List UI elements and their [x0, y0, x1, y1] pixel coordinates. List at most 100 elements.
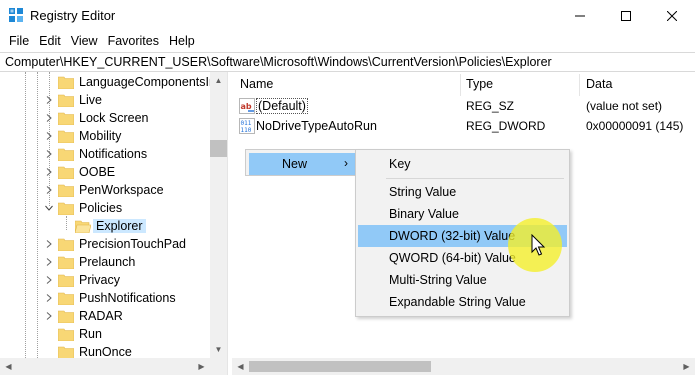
values-horizontal-scrollbar[interactable]: ◀ ▶	[232, 358, 695, 375]
svg-text:ab: ab	[241, 102, 252, 111]
menu-bar: File Edit View Favorites Help	[0, 31, 695, 51]
tree-item[interactable]: PrecisionTouchPad	[0, 236, 210, 254]
tree-item-label: PushNotifications	[79, 291, 176, 305]
chevron-right-icon[interactable]	[44, 311, 54, 321]
menu-edit[interactable]: Edit	[34, 31, 66, 51]
address-bar[interactable]: Computer\HKEY_CURRENT_USER\Software\Micr…	[0, 52, 695, 72]
value-row[interactable]: ab (Default) REG_SZ (value not set)	[232, 96, 695, 116]
mouse-pointer-icon	[531, 234, 546, 256]
menu-file[interactable]: File	[4, 31, 34, 51]
scroll-down-arrow[interactable]: ▼	[210, 341, 227, 358]
folder-icon	[58, 310, 74, 323]
chevron-right-icon[interactable]	[44, 257, 54, 267]
tree-item-label: Notifications	[79, 147, 148, 161]
column-header-name[interactable]: Name	[240, 77, 273, 91]
folder-icon	[58, 202, 74, 215]
menu-separator	[386, 178, 564, 179]
menu-favorites[interactable]: Favorites	[103, 31, 164, 51]
tree-item[interactable]: PenWorkspace	[0, 182, 210, 200]
value-name: (Default)	[256, 98, 308, 114]
value-row[interactable]: 011 110 NoDriveTypeAutoRun REG_DWORD 0x0…	[232, 116, 695, 136]
tree-item-label: Privacy	[79, 273, 120, 287]
column-divider[interactable]	[460, 74, 461, 96]
tree-item[interactable]: Run	[0, 326, 210, 344]
menu-item-expandable-string-value[interactable]: Expandable String Value	[358, 291, 567, 313]
menu-view[interactable]: View	[66, 31, 103, 51]
folder-icon	[58, 94, 74, 107]
title-bar: Registry Editor	[0, 0, 695, 31]
folder-icon	[58, 130, 74, 143]
chevron-down-icon[interactable]	[44, 203, 54, 213]
chevron-right-icon[interactable]	[44, 149, 54, 159]
scroll-up-arrow[interactable]: ▲	[210, 72, 227, 89]
tree-item[interactable]: Policies	[0, 200, 210, 218]
window-title: Registry Editor	[30, 8, 116, 23]
chevron-right-icon[interactable]	[44, 275, 54, 285]
scroll-right-arrow[interactable]: ▶	[678, 358, 695, 375]
binary-value-icon: 011 110	[239, 118, 255, 134]
tree-item[interactable]: Mobility	[0, 128, 210, 146]
chevron-right-icon[interactable]	[44, 113, 54, 123]
folder-icon	[58, 184, 74, 197]
menu-item-label: QWORD (64-bit) Value	[389, 251, 516, 265]
maximize-button[interactable]	[603, 0, 649, 31]
tree-item[interactable]: Privacy	[0, 272, 210, 290]
column-header-type[interactable]: Type	[466, 77, 493, 91]
chevron-right-icon[interactable]	[44, 95, 54, 105]
close-icon	[667, 10, 677, 21]
tree-item[interactable]: RADAR	[0, 308, 210, 326]
address-path[interactable]: Computer\HKEY_CURRENT_USER\Software\Micr…	[5, 55, 552, 69]
menu-item-label: New	[282, 157, 308, 171]
maximize-icon	[621, 10, 631, 21]
value-name: NoDriveTypeAutoRun	[256, 119, 377, 133]
tree-horizontal-scrollbar[interactable]: ◀ ▶	[0, 358, 227, 375]
value-type: REG_DWORD	[466, 119, 546, 133]
tree-item[interactable]: Live	[0, 92, 210, 110]
chevron-right-icon[interactable]	[44, 239, 54, 249]
scroll-thumb[interactable]	[249, 361, 431, 372]
tree-item[interactable]: LanguageComponentsIn	[0, 74, 216, 92]
open-folder-icon	[75, 220, 91, 233]
column-header-data[interactable]: Data	[586, 77, 612, 91]
column-divider[interactable]	[579, 74, 580, 96]
menu-item-string-value[interactable]: String Value	[358, 181, 567, 203]
menu-help[interactable]: Help	[164, 31, 200, 51]
folder-icon	[58, 274, 74, 287]
svg-text:110: 110	[241, 127, 252, 134]
scroll-right-arrow[interactable]: ▶	[193, 358, 210, 375]
menu-item-label: Key	[389, 157, 411, 171]
tree-vertical-scrollbar[interactable]: ▲ ▼	[210, 72, 227, 358]
tree-item-label: Prelaunch	[79, 255, 136, 269]
menu-item-new[interactable]: New ›	[249, 153, 356, 175]
menu-item-multi-string-value[interactable]: Multi-String Value	[358, 269, 567, 291]
minimize-icon	[575, 15, 585, 16]
context-menu: New ›	[245, 149, 358, 176]
scroll-left-arrow[interactable]: ◀	[0, 358, 17, 375]
menu-item-key[interactable]: Key	[358, 153, 567, 175]
folder-icon	[58, 346, 74, 359]
minimize-button[interactable]	[557, 0, 603, 31]
value-data: (value not set)	[586, 99, 663, 113]
folder-icon	[58, 76, 74, 89]
close-button[interactable]	[649, 0, 695, 31]
folder-icon	[58, 292, 74, 305]
tree-item[interactable]: Prelaunch	[0, 254, 210, 272]
tree-item[interactable]: PushNotifications	[0, 290, 210, 308]
menu-item-label: String Value	[389, 185, 457, 199]
chevron-right-icon[interactable]	[44, 185, 54, 195]
chevron-right-icon[interactable]	[44, 131, 54, 141]
tree-item[interactable]: OOBE	[0, 164, 210, 182]
chevron-right-icon[interactable]	[44, 293, 54, 303]
tree-item[interactable]: Notifications	[0, 146, 210, 164]
scroll-thumb[interactable]	[210, 140, 227, 157]
chevron-right-icon[interactable]	[44, 167, 54, 177]
tree-item-label: Run	[79, 327, 102, 341]
tree-item-selected[interactable]: Explorer	[0, 218, 210, 236]
menu-item-label: Multi-String Value	[389, 273, 487, 287]
tree-pane[interactable]: LanguageComponentsIn Live Lock Screen Mo…	[0, 72, 228, 375]
menu-item-label: Binary Value	[389, 207, 459, 221]
tree-item-label: LanguageComponentsIn	[79, 75, 216, 89]
submenu-arrow-icon: ›	[344, 156, 348, 170]
scroll-left-arrow[interactable]: ◀	[232, 358, 249, 375]
tree-item[interactable]: Lock Screen	[0, 110, 210, 128]
